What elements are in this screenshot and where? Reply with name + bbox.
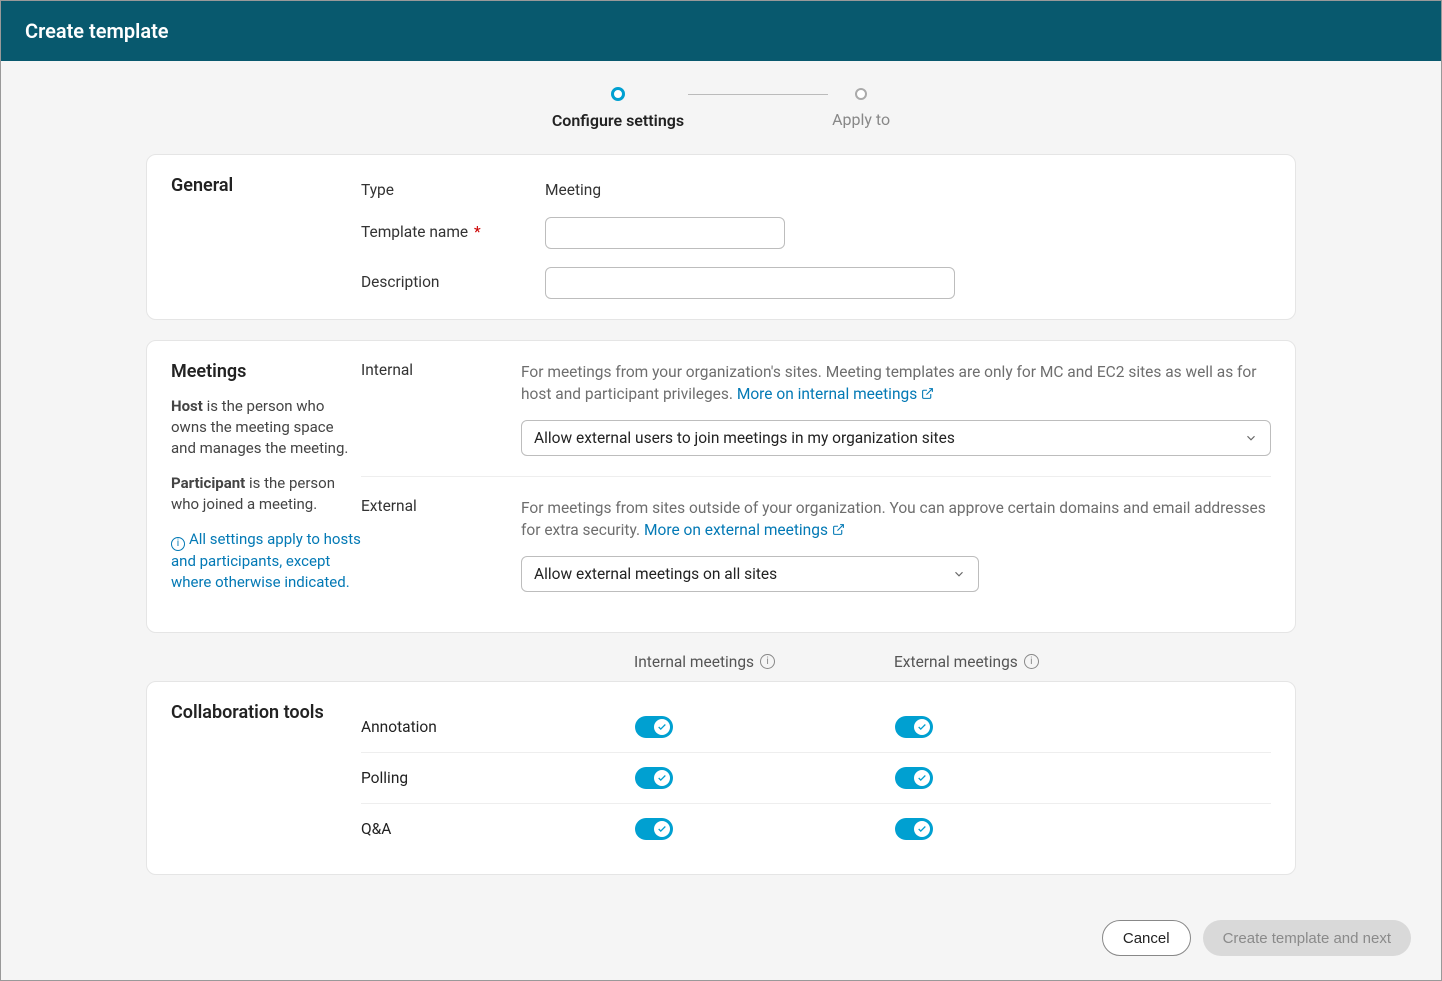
settings-note: iAll settings apply to hosts and partici… [171,529,361,593]
qa-internal-toggle[interactable] [635,818,673,840]
info-icon[interactable]: i [760,654,775,669]
external-link-icon [921,383,934,405]
chevron-down-icon [952,567,966,581]
internal-more-link[interactable]: More on internal meetings [737,385,934,403]
polling-external-toggle[interactable] [895,767,933,789]
info-icon: i [171,537,185,551]
external-more-link[interactable]: More on external meetings [644,521,845,539]
description-input[interactable] [545,267,955,299]
check-icon [914,719,930,735]
page-title: Create template [25,19,169,43]
step-label: Configure settings [552,111,684,130]
template-name-input[interactable] [545,217,785,249]
annotation-row: Annotation [361,702,1271,752]
internal-select[interactable]: Allow external users to join meetings in… [521,420,1271,456]
polling-internal-toggle[interactable] [635,767,673,789]
info-icon[interactable]: i [1024,654,1039,669]
external-label: External [361,497,521,592]
annotation-external-toggle[interactable] [895,716,933,738]
annotation-label: Annotation [361,718,635,736]
collab-column-headers: Internal meetings i External meetings i [146,653,1296,671]
type-value: Meeting [545,175,601,199]
internal-label: Internal [361,361,521,456]
description-label: Description [361,267,545,291]
stepper: Configure settings Apply to [1,61,1441,154]
check-icon [654,821,670,837]
qa-row: Q&A [361,803,1271,854]
qa-label: Q&A [361,820,635,838]
footer: Cancel Create template and next [1,902,1441,980]
step-label: Apply to [832,110,890,129]
internal-description: For meetings from your organization's si… [521,361,1271,406]
external-meetings-column-header: External meetings i [894,653,1154,671]
external-select-value: Allow external meetings on all sites [534,565,777,583]
type-label: Type [361,175,545,199]
collab-card: Collaboration tools Annotation Polling [146,681,1296,875]
step-circle-icon [611,87,625,101]
participant-description: Participant is the person who joined a m… [171,473,361,515]
step-circle-icon [855,88,867,100]
host-description: Host is the person who owns the meeting … [171,396,361,459]
step-connector [688,94,828,95]
create-template-next-button: Create template and next [1203,920,1411,956]
external-link-icon [832,519,845,541]
check-icon [914,770,930,786]
internal-select-value: Allow external users to join meetings in… [534,429,955,447]
polling-label: Polling [361,769,635,787]
external-description: For meetings from sites outside of your … [521,497,1271,542]
step-configure-settings[interactable]: Configure settings [552,87,684,130]
template-name-label: Template name * [361,217,545,241]
internal-meetings-column-header: Internal meetings i [634,653,894,671]
step-apply-to[interactable]: Apply to [832,88,890,129]
qa-external-toggle[interactable] [895,818,933,840]
chevron-down-icon [1244,431,1258,445]
check-icon [914,821,930,837]
external-select[interactable]: Allow external meetings on all sites [521,556,979,592]
check-icon [654,719,670,735]
cancel-button[interactable]: Cancel [1102,920,1191,956]
check-icon [654,770,670,786]
general-title: General [171,175,361,196]
meetings-title: Meetings [171,361,361,382]
polling-row: Polling [361,752,1271,803]
annotation-internal-toggle[interactable] [635,716,673,738]
general-card: General Type Meeting Template name * Des… [146,154,1296,320]
collab-title: Collaboration tools [171,702,361,723]
meetings-card: Meetings Host is the person who owns the… [146,340,1296,633]
page-header: Create template [1,1,1441,61]
